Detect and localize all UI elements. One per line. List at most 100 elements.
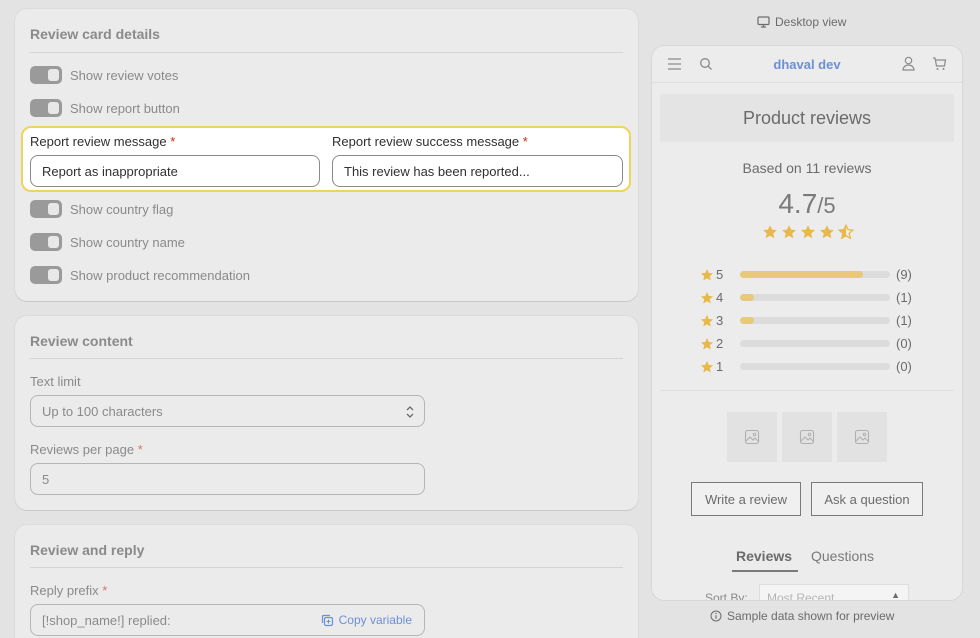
review-count-summary: Based on 11 reviews (742, 160, 872, 176)
star-icon (700, 291, 714, 303)
image-icon (799, 429, 815, 445)
report-message-label: Report review message * (30, 134, 175, 149)
toggle-label: Show review votes (70, 67, 179, 83)
report-success-input[interactable]: This review has been reported... (332, 155, 623, 187)
star-level: 3 (716, 313, 724, 328)
per-page-input[interactable]: 5 (30, 463, 425, 495)
toggle-switch[interactable] (30, 200, 62, 218)
star-icon (820, 225, 834, 239)
star-icon (700, 360, 714, 372)
select-arrows-icon (406, 406, 414, 418)
sort-value: Most Recent (767, 591, 835, 600)
copy-variable-button[interactable]: Copy variable (321, 613, 412, 627)
rating-count: (0) (896, 359, 912, 374)
text-limit-select[interactable]: Up to 100 characters (30, 395, 425, 427)
rating-bar (740, 340, 890, 347)
star-icon (763, 225, 777, 239)
rating-count: (0) (896, 336, 912, 351)
label-text: Report review success message (332, 134, 520, 149)
image-icon (854, 429, 870, 445)
desktop-view-label: Desktop view (775, 15, 847, 29)
toggle-switch[interactable] (30, 66, 62, 84)
star-icon (801, 225, 815, 239)
divider (660, 390, 954, 391)
divider (30, 567, 623, 568)
toggle-show-report-button[interactable]: Show report button (30, 99, 180, 117)
toggle-switch[interactable] (30, 233, 62, 251)
copy-icon (321, 614, 333, 626)
toggle-show-product-recommendation[interactable]: Show product recommendation (30, 266, 250, 284)
report-message-input[interactable]: Report as inappropriate (30, 155, 320, 187)
toggle-show-review-votes[interactable]: Show review votes (30, 66, 178, 84)
toggle-label: Show country name (70, 234, 185, 250)
copy-variable-label: Copy variable (338, 613, 412, 627)
required-marker: * (102, 583, 108, 598)
account-icon[interactable] (902, 56, 915, 71)
rating-bar-fill (740, 271, 863, 278)
star-level: 1 (716, 359, 724, 374)
star-half-icon (838, 224, 854, 240)
toggle-switch[interactable] (30, 266, 62, 284)
toggle-show-country-flag[interactable]: Show country flag (30, 200, 173, 218)
star-level: 2 (716, 336, 724, 351)
review-content-section: Review content Text limit Up to 100 char… (15, 316, 638, 510)
rating-bar (740, 294, 890, 301)
rating-distribution-row: 3 (1) (700, 313, 912, 328)
tab-questions[interactable]: Questions (811, 548, 874, 564)
reply-prefix-input[interactable]: [!shop_name!] replied: Copy variable (30, 604, 425, 636)
sort-select[interactable]: Most Recent ▲ (759, 584, 909, 600)
divider (30, 52, 623, 53)
review-photo-thumbnail[interactable] (782, 412, 832, 462)
required-marker: * (522, 134, 528, 149)
rating-count: (1) (896, 290, 912, 305)
rating-distribution-row: 2 (0) (700, 336, 912, 351)
label-text: Report review message (30, 134, 167, 149)
review-photo-thumbnail[interactable] (837, 412, 887, 462)
caret-up-icon: ▲ (891, 590, 900, 600)
rating-bar (740, 363, 890, 370)
average-rating: 4.7/5 (652, 188, 962, 220)
reply-prefix-label: Reply prefix * (30, 583, 107, 598)
section-title: Review card details (30, 26, 160, 42)
text-limit-label: Text limit (30, 374, 81, 389)
sort-label: Sort By: (705, 591, 748, 600)
star-icon (700, 337, 714, 349)
review-reply-section: Review and reply Reply prefix * [!shop_n… (15, 525, 638, 638)
active-tab-indicator (732, 570, 798, 572)
rating-distribution-row: 5 (9) (700, 267, 912, 282)
star-icon (782, 225, 796, 239)
write-review-button[interactable]: Write a review (691, 482, 801, 516)
info-icon (710, 610, 722, 622)
ask-question-button[interactable]: Ask a question (811, 482, 923, 516)
star-level: 4 (716, 290, 724, 305)
sample-data-note: Sample data shown for preview (710, 609, 894, 623)
store-name[interactable]: dhaval dev (652, 57, 962, 72)
toggle-show-country-name[interactable]: Show country name (30, 233, 185, 251)
rating-bar-fill (740, 294, 754, 301)
average-stars (762, 224, 857, 240)
star-icon (700, 314, 714, 326)
rating-distribution-row: 4 (1) (700, 290, 912, 305)
rating-count: (1) (896, 313, 912, 328)
toggle-label: Show product recommendation (70, 267, 250, 283)
divider (30, 358, 623, 359)
report-success-label: Report review success message * (332, 134, 528, 149)
section-title: Review content (30, 333, 133, 349)
reply-prefix-value: [!shop_name!] replied: (42, 612, 171, 628)
per-page-label: Reviews per page * (30, 442, 143, 457)
rating-bar (740, 271, 890, 278)
label-text: Reviews per page (30, 442, 135, 457)
sample-note-text: Sample data shown for preview (727, 609, 895, 623)
required-marker: * (137, 442, 143, 457)
section-title: Review and reply (30, 542, 145, 558)
star-icon (700, 268, 714, 280)
cart-icon[interactable] (932, 56, 947, 71)
store-header: dhaval dev (652, 46, 962, 83)
tab-reviews[interactable]: Reviews (736, 548, 792, 564)
review-photo-thumbnail[interactable] (727, 412, 777, 462)
desktop-view-toggle[interactable]: Desktop view (757, 15, 846, 29)
text-limit-value: Up to 100 characters (42, 403, 163, 419)
toggle-switch[interactable] (30, 99, 62, 117)
rating-scale: /5 (817, 193, 836, 218)
rating-bar (740, 317, 890, 324)
